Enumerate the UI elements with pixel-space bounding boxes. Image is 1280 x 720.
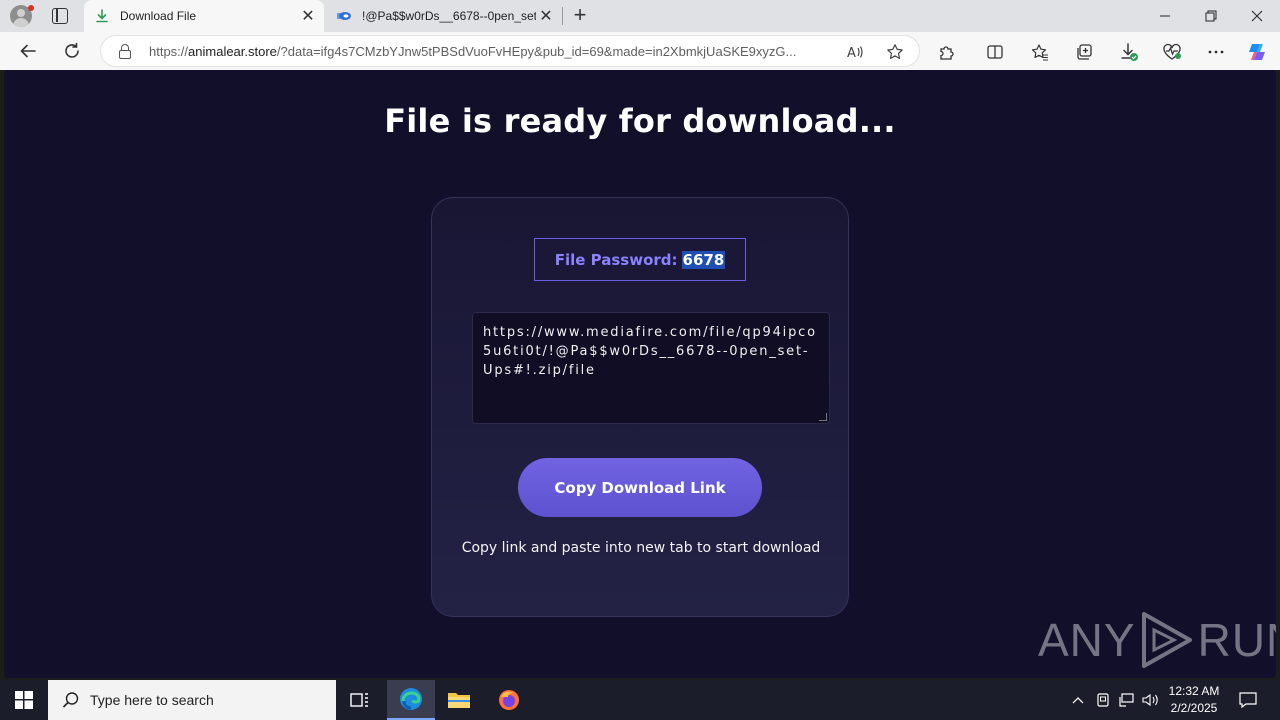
password-label: File Password: <box>554 250 678 269</box>
tab-title: !@Pa$$w0rDs__6678--0pen_set-U <box>362 9 536 23</box>
file-password-box: File Password: 6678 <box>534 238 746 281</box>
mediafire-icon <box>336 8 352 24</box>
notification-center-icon[interactable] <box>1234 680 1262 720</box>
anyrun-watermark-logo: ANY RUN <box>1038 612 1276 668</box>
restore-button[interactable] <box>1188 0 1234 32</box>
puzzle-icon[interactable] <box>936 41 958 63</box>
url-prefix: https:// <box>149 44 189 59</box>
download-link-textarea[interactable]: https://www.mediafire.com/file/qp94ipco5… <box>472 312 830 424</box>
download-card: File Password: 6678 https://www.mediafir… <box>431 197 849 617</box>
show-hidden-icons-icon[interactable] <box>1068 680 1088 720</box>
favorites-icon[interactable] <box>1029 41 1051 63</box>
edge-taskbar-icon[interactable] <box>387 680 435 720</box>
windows-start-button[interactable] <box>0 680 48 720</box>
page-title: File is ready for download... <box>384 102 896 140</box>
close-window-button[interactable] <box>1234 0 1280 32</box>
star-icon[interactable] <box>885 42 905 62</box>
search-icon <box>62 692 79 708</box>
heartbeat-icon[interactable] <box>1161 41 1183 63</box>
split-screen-icon[interactable] <box>984 41 1006 63</box>
password-value[interactable]: 6678 <box>681 250 726 269</box>
tab-strip: Download File ✕ !@Pa$$w0rDs__6678--0pen_… <box>0 0 1280 32</box>
device-icon[interactable] <box>1093 680 1113 720</box>
new-tab-button[interactable]: + <box>568 4 592 28</box>
firefox-icon[interactable] <box>485 680 533 720</box>
instruction-text: Copy link and paste into new tab to star… <box>461 540 821 556</box>
tab-mediafire[interactable]: !@Pa$$w0rDs__6678--0pen_set-U ✕ <box>326 0 562 32</box>
task-view-icon[interactable] <box>336 680 384 720</box>
minimize-button[interactable] <box>1142 0 1188 32</box>
resize-handle-icon[interactable] <box>819 413 827 421</box>
volume-icon[interactable] <box>1140 680 1162 720</box>
lock-icon[interactable] <box>119 44 131 59</box>
tab-actions-icon[interactable] <box>52 8 68 24</box>
copy-download-link-button[interactable]: Copy Download Link <box>518 458 762 517</box>
taskbar-search-box[interactable]: Type here to search <box>48 680 336 720</box>
back-arrow-icon[interactable] <box>14 37 42 65</box>
file-explorer-icon[interactable] <box>435 680 483 720</box>
navigation-bar: https://animalear.store/?data=ifg4s7CMzb… <box>0 32 1280 70</box>
read-aloud-icon[interactable]: A <box>845 42 865 62</box>
page-viewport: File is ready for download... File Passw… <box>4 70 1276 678</box>
url-query: /?data=ifg4s7CMzbYJnw5tPBSdVuoFvHEpy&pub… <box>276 44 797 59</box>
more-icon[interactable] <box>1205 41 1227 63</box>
refresh-icon[interactable] <box>58 37 86 65</box>
notification-dot <box>28 5 34 11</box>
search-placeholder: Type here to search <box>90 692 214 708</box>
collections-icon[interactable] <box>1073 41 1095 63</box>
clock-date: 2/2/2025 <box>1170 701 1218 715</box>
close-tab-icon[interactable]: ✕ <box>298 6 318 26</box>
tab-title: Download File <box>120 9 197 23</box>
tab-download-file[interactable]: Download File ✕ <box>84 0 324 32</box>
svg-text:A: A <box>847 46 856 61</box>
copilot-icon[interactable] <box>1246 41 1268 63</box>
address-bar[interactable]: https://animalear.store/?data=ifg4s7CMzb… <box>100 35 920 67</box>
download-icon[interactable] <box>1118 41 1140 63</box>
tab-separator <box>562 7 563 25</box>
url-host: animalear.store <box>188 44 277 59</box>
close-tab-icon[interactable]: ✕ <box>536 6 556 26</box>
clock-time: 12:32 AM <box>1168 684 1220 698</box>
download-icon <box>94 8 110 24</box>
windows-taskbar: Type here to search 12:32 AM 2/2/2025 <box>0 680 1280 720</box>
network-icon[interactable] <box>1116 680 1138 720</box>
system-clock[interactable]: 12:32 AM 2/2/2025 <box>1162 683 1226 717</box>
url-text[interactable]: https://animalear.store/?data=ifg4s7CMzb… <box>149 44 839 59</box>
download-link-text: https://www.mediafire.com/file/qp94ipco5… <box>483 325 817 378</box>
